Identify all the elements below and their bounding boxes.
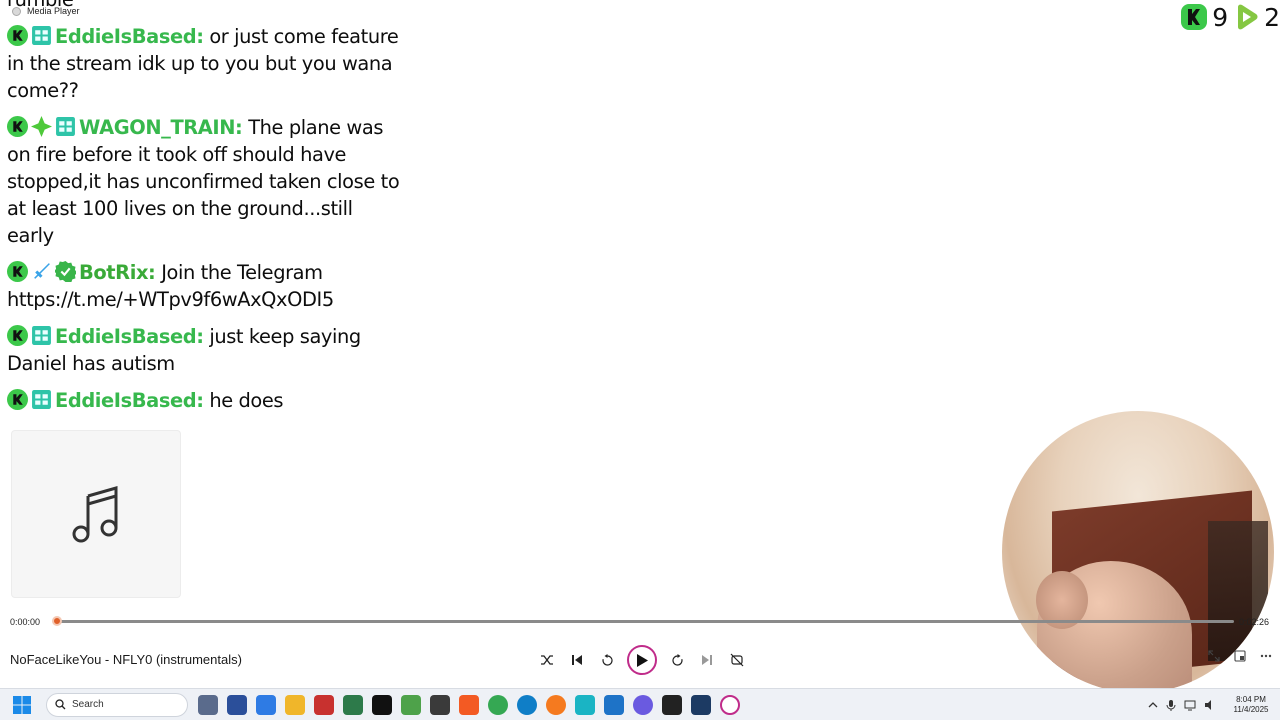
kick-viewer-count: 9	[1212, 2, 1229, 32]
chat-username[interactable]: EddieIsBased:	[55, 389, 204, 412]
discord-icon[interactable]	[633, 694, 653, 715]
kick-icon	[7, 325, 28, 346]
mini-player-icon[interactable]	[1234, 650, 1246, 662]
taskbar-search[interactable]: Search	[46, 692, 188, 717]
app-icon-teal[interactable]	[575, 694, 595, 715]
shuffle-icon	[541, 655, 553, 665]
network-icon[interactable]	[1184, 699, 1196, 711]
forward-30-button[interactable]	[667, 650, 687, 670]
app-icon-leaf[interactable]	[401, 694, 421, 715]
app-icon-green[interactable]	[343, 694, 363, 715]
chat-message: BotRix: Join the Telegram https://t.me/+…	[7, 259, 402, 313]
obs-icon[interactable]	[430, 694, 450, 715]
media-player-title-bar: Media Player	[12, 4, 80, 18]
playback-controls	[537, 645, 747, 675]
app-icon-blue[interactable]	[256, 694, 276, 715]
rumble-viewer-count: 2	[1264, 2, 1280, 32]
seek-thumb[interactable]	[52, 616, 62, 626]
chat-message: EddieIsBased: just keep saying Daniel ha…	[7, 323, 402, 377]
clock-time: 8:04 PM	[1236, 695, 1266, 704]
chat-username[interactable]: EddieIsBased:	[55, 325, 204, 348]
chat-message: EddieIsBased: or just come feature in th…	[7, 23, 402, 104]
webcam-background-shadow	[1208, 521, 1268, 661]
shuffle-button[interactable]	[537, 650, 557, 670]
verified-box-icon	[32, 26, 51, 45]
rewind-10-button[interactable]	[597, 650, 617, 670]
microphone-icon[interactable]	[1166, 699, 1176, 711]
capcut-icon[interactable]	[372, 694, 392, 715]
verified-box-icon	[32, 390, 51, 409]
firefox-icon[interactable]	[546, 694, 566, 715]
viewer-stats: 9 2	[1180, 2, 1280, 32]
kick-icon	[1181, 4, 1208, 30]
repeat-button[interactable]	[727, 650, 747, 670]
check-badge-icon	[55, 261, 76, 282]
windows-taskbar: Search 8:04 PM 11/4/2025	[0, 688, 1280, 720]
verified-box-icon	[32, 326, 51, 345]
album-art-placeholder	[11, 430, 181, 598]
chat-message: EddieIsBased: he does	[7, 387, 402, 414]
clock-date: 11/4/2025	[1233, 705, 1269, 714]
kick-icon	[7, 261, 28, 282]
sword-icon	[34, 263, 50, 279]
skip-back-icon	[572, 655, 582, 665]
media-player-taskbar-icon[interactable]	[720, 694, 740, 715]
chat-username[interactable]: WAGON_TRAIN:	[79, 116, 243, 139]
steam-icon[interactable]	[691, 694, 711, 715]
skip-forward-icon	[702, 655, 712, 665]
app-title: Media Player	[27, 6, 80, 16]
outlook-icon[interactable]	[227, 694, 247, 715]
file-explorer-icon[interactable]	[285, 694, 305, 715]
sparkle-icon	[31, 116, 52, 137]
taskbar-apps	[198, 694, 740, 715]
now-playing-title: NoFaceLikeYou - NFLY0 (instrumentals)	[10, 652, 242, 667]
rumble-icon	[1238, 4, 1258, 30]
kick-icon	[7, 116, 28, 137]
play-icon	[637, 653, 648, 667]
window-controls	[1208, 650, 1272, 662]
previous-button[interactable]	[567, 650, 587, 670]
play-button[interactable]	[627, 645, 657, 675]
chrome-icon[interactable]	[488, 694, 508, 715]
rewind-icon	[601, 653, 613, 666]
more-options-icon[interactable]	[1260, 650, 1272, 662]
brave-browser-icon[interactable]	[459, 694, 479, 715]
taskbar-clock[interactable]: 8:04 PM 11/4/2025	[1230, 695, 1272, 715]
next-button[interactable]	[697, 650, 717, 670]
windows-start-icon[interactable]	[12, 695, 32, 715]
seek-bar[interactable]	[57, 620, 1234, 623]
chat-message-text: he does	[209, 389, 284, 412]
chevron-up-icon[interactable]	[1148, 700, 1158, 710]
chat-overlay: rumble EddieIsBased: or just come featur…	[7, 0, 402, 424]
current-time: 0:00:00	[10, 617, 41, 627]
kick-icon	[7, 25, 28, 46]
news-app-icon[interactable]	[314, 694, 334, 715]
verified-box-icon	[56, 117, 75, 136]
fullscreen-icon[interactable]	[1208, 650, 1220, 662]
chat-username[interactable]: BotRix:	[79, 261, 156, 284]
app-icon-dark[interactable]	[662, 694, 682, 715]
music-note-icon	[72, 486, 118, 543]
task-view-icon[interactable]	[198, 694, 218, 715]
kick-icon	[7, 389, 28, 410]
vscode-icon[interactable]	[604, 694, 624, 715]
total-time: 0:02:26	[1238, 617, 1269, 627]
search-placeholder: Search	[72, 699, 104, 710]
app-icon	[12, 6, 21, 16]
system-tray: 8:04 PM 11/4/2025	[1148, 689, 1272, 720]
edge-icon[interactable]	[517, 694, 537, 715]
search-icon	[55, 699, 66, 710]
fast-forward-icon	[671, 653, 683, 666]
volume-icon[interactable]	[1204, 699, 1216, 711]
repeat-off-icon	[730, 653, 744, 667]
chat-username[interactable]: EddieIsBased:	[55, 25, 204, 48]
chat-message: WAGON_TRAIN: The plane was on fire befor…	[7, 114, 402, 249]
